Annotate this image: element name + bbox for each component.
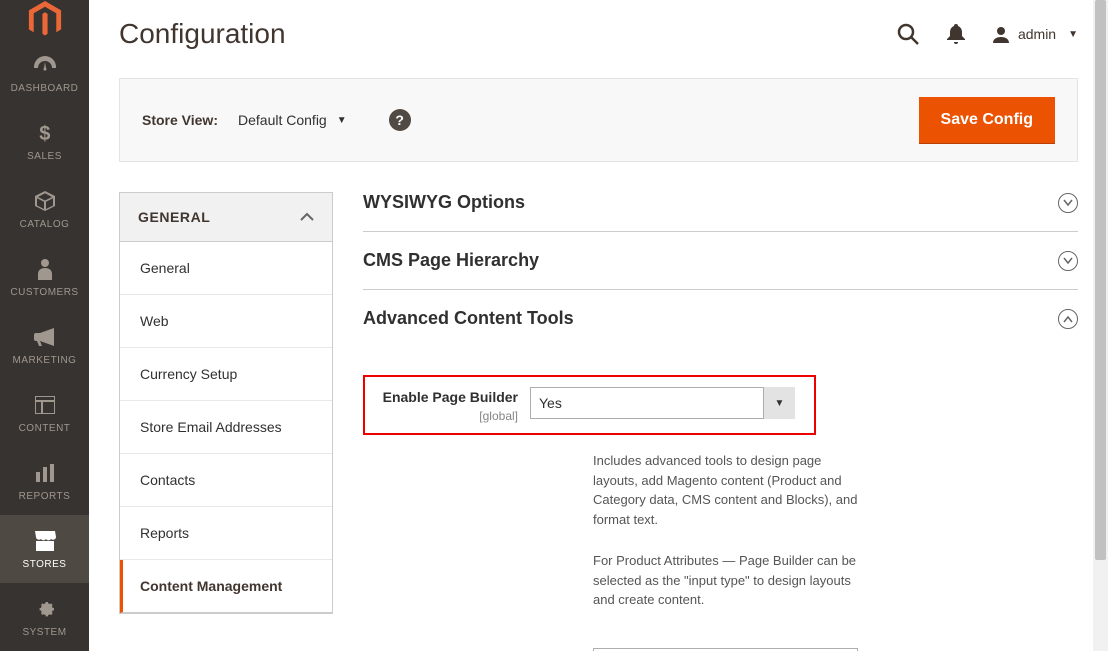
nav-label: REPORTS xyxy=(19,491,71,502)
dollar-icon: $ xyxy=(38,121,52,145)
expand-icon xyxy=(1058,251,1078,271)
section-wysiwyg[interactable]: WYSIWYG Options xyxy=(363,192,1078,232)
bars-icon xyxy=(35,461,55,485)
section-advanced-content-tools[interactable]: Advanced Content Tools xyxy=(363,290,1078,347)
page-title: Configuration xyxy=(119,18,896,50)
section-advanced-body: Enable Page Builder [global] Yes ▼ xyxy=(363,347,1078,651)
scrollbar[interactable] xyxy=(1093,0,1108,651)
nav-label: CUSTOMERS xyxy=(10,287,78,298)
collapse-icon xyxy=(1058,309,1078,329)
nav-label: MARKETING xyxy=(13,355,77,366)
save-config-button[interactable]: Save Config xyxy=(919,97,1055,143)
nav-catalog[interactable]: CATALOG xyxy=(0,175,89,243)
section-title: CMS Page Hierarchy xyxy=(363,250,539,271)
nav-label: CATALOG xyxy=(20,219,70,230)
nav-system[interactable]: SYSTEM xyxy=(0,583,89,651)
chevron-up-icon xyxy=(300,209,314,225)
scrollbar-thumb[interactable] xyxy=(1095,0,1106,560)
nav-label: CONTENT xyxy=(19,423,71,434)
enable-pagebuilder-label: Enable Page Builder xyxy=(383,389,518,405)
storefront-icon xyxy=(34,529,56,553)
expand-icon xyxy=(1058,193,1078,213)
account-menu[interactable]: admin ▼ xyxy=(992,25,1078,43)
nav-label: STORES xyxy=(23,559,67,570)
search-icon[interactable] xyxy=(896,22,920,46)
section-title: WYSIWYG Options xyxy=(363,192,525,213)
user-icon xyxy=(992,25,1010,43)
svg-text:$: $ xyxy=(39,123,51,144)
person-icon xyxy=(37,257,53,281)
sidebar-item-currency[interactable]: Currency Setup xyxy=(120,348,332,401)
section-title: Advanced Content Tools xyxy=(363,308,574,329)
megaphone-icon xyxy=(34,325,56,349)
highlight-enable-pagebuilder: Enable Page Builder [global] Yes ▼ xyxy=(363,375,816,435)
config-main: WYSIWYG Options CMS Page Hierarchy Advan… xyxy=(363,192,1078,651)
maps-api-input[interactable] xyxy=(593,648,858,651)
page-header: Configuration admin ▼ xyxy=(89,0,1108,50)
scope-label: [global] xyxy=(365,409,518,423)
help-icon[interactable]: ? xyxy=(389,109,411,131)
bell-icon[interactable] xyxy=(944,22,968,46)
magento-logo-icon xyxy=(28,1,62,39)
caret-down-icon: ▼ xyxy=(337,115,347,126)
nav-label: DASHBOARD xyxy=(11,83,79,94)
nav-label: SYSTEM xyxy=(22,627,66,638)
nav-dashboard[interactable]: DASHBOARD xyxy=(0,39,89,107)
nav-reports[interactable]: REPORTS xyxy=(0,447,89,515)
sidebar-item-content-management[interactable]: Content Management xyxy=(120,560,332,613)
sidebar-item-general[interactable]: General xyxy=(120,242,332,295)
store-view-label: Store View: xyxy=(142,112,218,128)
sidebar-item-contacts[interactable]: Contacts xyxy=(120,454,332,507)
nav-content[interactable]: CONTENT xyxy=(0,379,89,447)
sidebar-item-store-email[interactable]: Store Email Addresses xyxy=(120,401,332,454)
box-icon xyxy=(35,189,55,213)
nav-stores[interactable]: STORES xyxy=(0,515,89,583)
scope-bar: Store View: Default Config ▼ ? Save Conf… xyxy=(119,78,1078,162)
section-cms-hierarchy[interactable]: CMS Page Hierarchy xyxy=(363,232,1078,290)
enable-note-2: For Product Attributes — Page Builder ca… xyxy=(593,551,863,610)
store-view-select[interactable]: Default Config ▼ xyxy=(238,112,347,128)
admin-left-nav: DASHBOARD $ SALES CATALOG CUSTOMERS MARK… xyxy=(0,0,89,651)
gauge-icon xyxy=(34,53,56,77)
sidebar-item-web[interactable]: Web xyxy=(120,295,332,348)
sidebar-group-general[interactable]: GENERAL xyxy=(120,193,332,242)
nav-marketing[interactable]: MARKETING xyxy=(0,311,89,379)
sidebar-item-reports[interactable]: Reports xyxy=(120,507,332,560)
enable-note-1: Includes advanced tools to design page l… xyxy=(593,451,863,529)
main-panel: Configuration admin ▼ Store View: Defaul… xyxy=(89,0,1108,651)
caret-down-icon: ▼ xyxy=(1068,29,1078,40)
header-actions: admin ▼ xyxy=(896,22,1078,46)
store-view-value: Default Config xyxy=(238,112,327,128)
nav-label: SALES xyxy=(27,151,62,162)
enable-pagebuilder-select[interactable]: Yes xyxy=(530,387,795,419)
gear-icon xyxy=(35,597,55,621)
layout-icon xyxy=(35,393,55,417)
nav-sales[interactable]: $ SALES xyxy=(0,107,89,175)
sidebar-group-label: GENERAL xyxy=(138,209,210,225)
config-sidebar: GENERAL General Web Currency Setup Store… xyxy=(119,192,333,614)
magento-logo[interactable] xyxy=(0,0,89,39)
account-name: admin xyxy=(1018,26,1056,42)
nav-customers[interactable]: CUSTOMERS xyxy=(0,243,89,311)
